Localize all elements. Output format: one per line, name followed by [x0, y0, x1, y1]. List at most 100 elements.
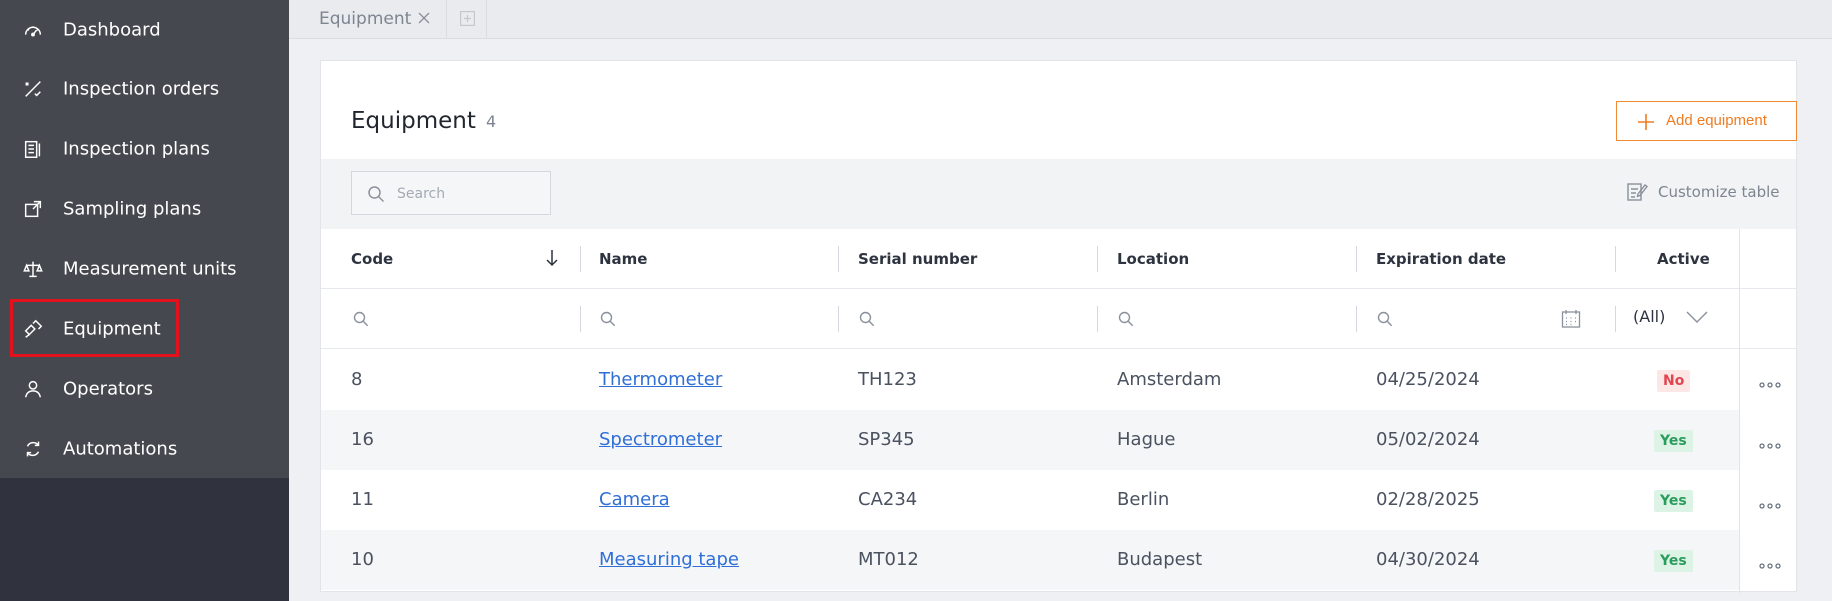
more-options-icon[interactable] — [1759, 443, 1781, 449]
cell-location: Berlin — [1117, 489, 1170, 510]
edit-table-icon — [1627, 183, 1648, 201]
tab-label: Equipment — [319, 9, 412, 29]
filter-search-icon[interactable] — [1118, 311, 1134, 327]
column-header-expiration-date[interactable]: Expiration date — [1376, 250, 1506, 268]
selected-item-highlight — [10, 299, 179, 357]
filter-search-icon[interactable] — [1377, 311, 1393, 327]
equipment-name-link[interactable]: Camera — [599, 489, 670, 510]
page-title: Equipment — [351, 108, 476, 134]
add-equipment-button[interactable]: Add equipment — [1616, 101, 1797, 141]
column-header-active[interactable]: Active — [1657, 250, 1710, 268]
column-separator — [580, 246, 581, 272]
sidebar-item-inspection-orders[interactable]: Inspection orders — [0, 59, 289, 119]
column-separator — [580, 306, 581, 332]
sidebar-item-operators[interactable]: Operators — [0, 359, 289, 419]
more-options-icon[interactable] — [1759, 503, 1781, 509]
active-filter-select[interactable]: (All) — [1633, 307, 1665, 326]
more-options-icon[interactable] — [1759, 563, 1781, 569]
equipment-name-link[interactable]: Measuring tape — [599, 549, 739, 570]
column-separator — [838, 306, 839, 332]
sidebar-item-dashboard[interactable]: Dashboard — [0, 0, 289, 60]
cell-code: 16 — [351, 429, 374, 450]
operator-icon — [21, 377, 45, 401]
dashboard-icon — [21, 18, 45, 42]
sampling-plans-icon — [21, 197, 45, 221]
column-separator — [1615, 246, 1616, 272]
calendar-icon[interactable] — [1561, 309, 1581, 329]
filter-search-icon[interactable] — [859, 311, 875, 327]
inspection-plans-icon — [21, 137, 45, 161]
cell-location: Amsterdam — [1117, 369, 1222, 390]
tab-equipment[interactable]: Equipment — [289, 0, 447, 38]
column-header-name[interactable]: Name — [599, 250, 647, 268]
cell-expiration-date: 04/30/2024 — [1376, 549, 1480, 570]
search-box[interactable] — [351, 171, 551, 215]
cell-code: 11 — [351, 489, 374, 510]
item-count: 4 — [486, 112, 497, 131]
sidebar-item-measurement-units[interactable]: Measurement units — [0, 239, 289, 299]
equipment-name-link[interactable]: Spectrometer — [599, 429, 722, 450]
cell-code: 8 — [351, 369, 363, 390]
more-options-icon[interactable] — [1759, 382, 1781, 388]
sidebar-item-label: Dashboard — [63, 19, 161, 41]
sidebar-menu: Dashboard Inspection orders Inspection p… — [0, 0, 289, 478]
column-separator — [1356, 246, 1357, 272]
cell-expiration-date: 05/02/2024 — [1376, 429, 1480, 450]
sidebar-item-label: Sampling plans — [63, 198, 202, 220]
sidebar-item-inspection-plans[interactable]: Inspection plans — [0, 119, 289, 179]
cell-expiration-date: 02/28/2025 — [1376, 489, 1480, 510]
filter-search-icon[interactable] — [353, 311, 369, 327]
search-input[interactable] — [397, 184, 542, 204]
cell-serial-number: TH123 — [858, 369, 917, 390]
chevron-down-icon[interactable] — [1686, 311, 1708, 325]
add-tab-icon — [460, 11, 475, 26]
status-badge: No — [1657, 370, 1691, 392]
table-toolbar: Customize table — [321, 159, 1796, 229]
sidebar-item-label: Inspection plans — [63, 138, 210, 160]
table-header-row: Code Name Serial number Location Expirat… — [321, 229, 1796, 289]
plus-icon — [1638, 114, 1654, 130]
add-equipment-label: Add equipment — [1666, 112, 1767, 129]
equipment-card: Equipment 4 Add equipment Customize tabl… — [320, 60, 1797, 593]
table-row[interactable]: 10 Measuring tape MT012 Budapest 04/30/2… — [321, 530, 1739, 590]
sidebar: Dashboard Inspection orders Inspection p… — [0, 0, 289, 601]
actions-column-separator — [1739, 229, 1740, 593]
column-header-serial-number[interactable]: Serial number — [858, 250, 977, 268]
table-row[interactable]: 16 Spectrometer SP345 Hague 05/02/2024 Y… — [321, 410, 1739, 470]
column-separator — [838, 246, 839, 272]
cell-location: Hague — [1117, 429, 1176, 450]
customize-table-label: Customize table — [1658, 183, 1780, 201]
column-separator — [1356, 306, 1357, 332]
close-icon[interactable] — [416, 10, 432, 26]
inspection-orders-icon — [21, 77, 45, 101]
new-tab-button[interactable] — [447, 0, 487, 38]
sidebar-item-label: Operators — [63, 378, 153, 400]
table-row[interactable]: 8 Thermometer TH123 Amsterdam 04/25/2024… — [321, 350, 1739, 410]
status-badge: Yes — [1654, 430, 1693, 452]
status-badge: Yes — [1654, 490, 1693, 512]
sidebar-item-label: Automations — [63, 438, 178, 460]
column-header-location[interactable]: Location — [1117, 250, 1189, 268]
search-icon — [368, 186, 385, 203]
cell-serial-number: SP345 — [858, 429, 915, 450]
tab-bar: Equipment — [289, 0, 1832, 39]
status-badge: Yes — [1654, 550, 1693, 572]
column-separator — [1615, 306, 1616, 332]
cell-serial-number: MT012 — [858, 549, 919, 570]
cell-serial-number: CA234 — [858, 489, 918, 510]
table-row[interactable]: 11 Camera CA234 Berlin 02/28/2025 Yes — [321, 470, 1739, 530]
column-header-code[interactable]: Code — [351, 250, 393, 268]
sidebar-item-label: Inspection orders — [63, 78, 220, 100]
sidebar-item-label: Measurement units — [63, 258, 237, 280]
table-filter-row: (All) — [321, 289, 1796, 349]
sidebar-item-sampling-plans[interactable]: Sampling plans — [0, 179, 289, 239]
filter-search-icon[interactable] — [600, 311, 616, 327]
cell-code: 10 — [351, 549, 374, 570]
equipment-name-link[interactable]: Thermometer — [599, 369, 722, 390]
sort-descending-icon[interactable] — [545, 249, 559, 267]
refresh-icon — [21, 437, 45, 461]
sidebar-item-automations[interactable]: Automations — [0, 419, 289, 479]
column-separator — [1097, 246, 1098, 272]
cell-expiration-date: 04/25/2024 — [1376, 369, 1480, 390]
scale-icon — [21, 257, 45, 281]
